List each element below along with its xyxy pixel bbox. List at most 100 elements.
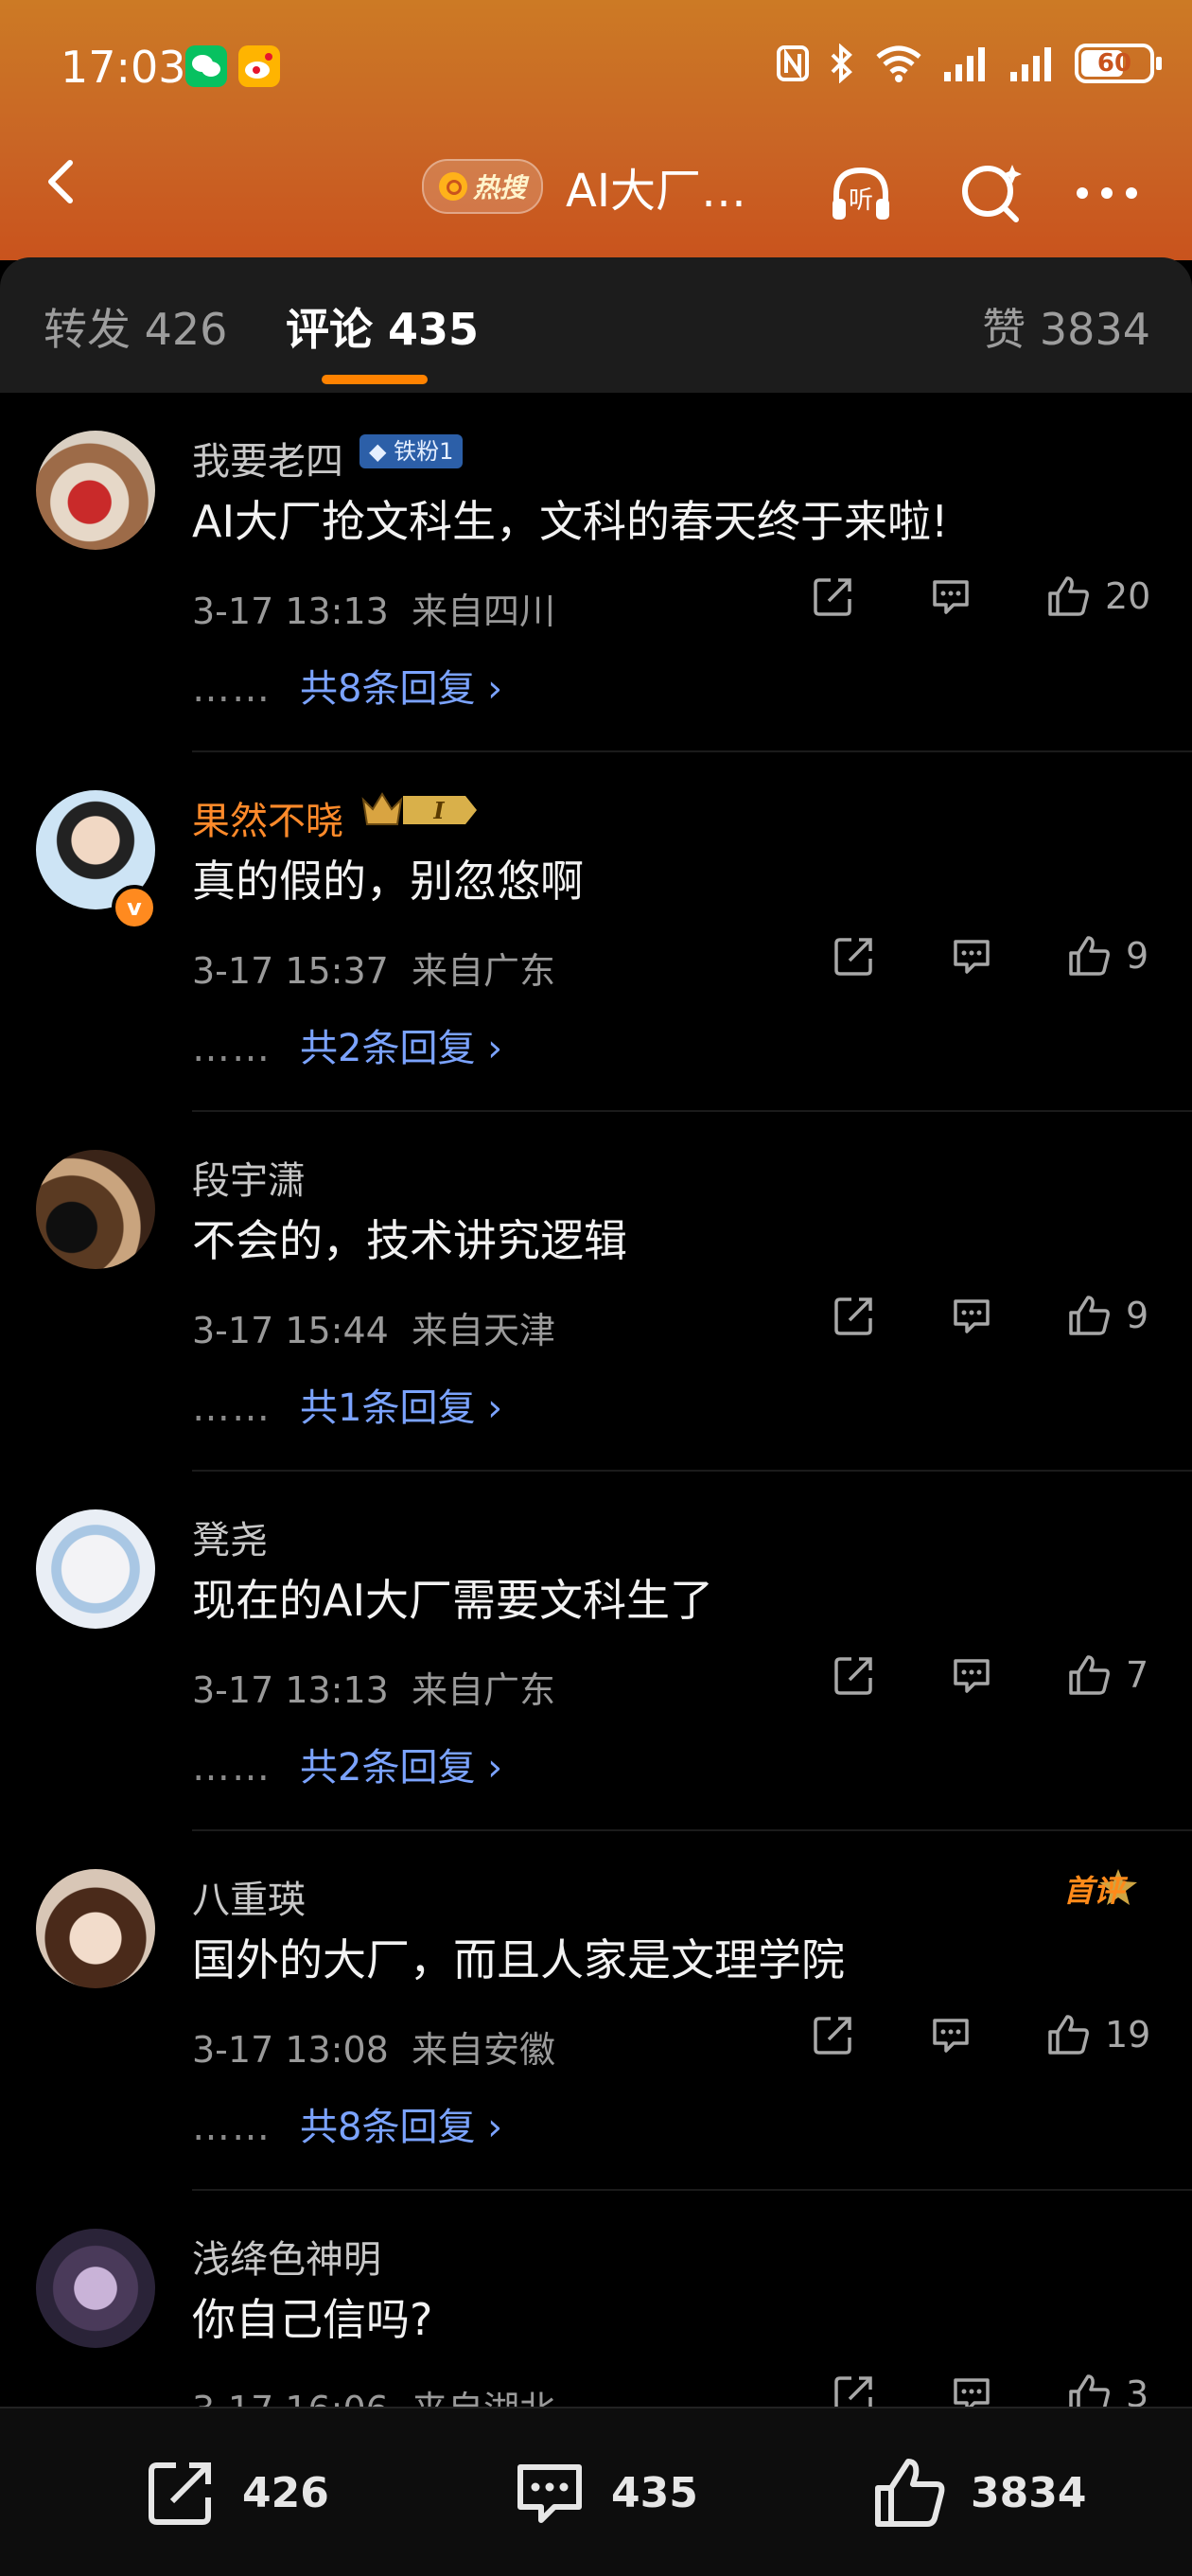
comment-item: 凳尧 现在的AI大厂需要文科生了 3-17 13:13 来自广东 7 …… 共2条… [0,1472,1192,1831]
comment-time: 3-17 15:44 [192,1310,389,1351]
listen-icon[interactable]: 听 [827,159,895,227]
username[interactable]: 浅绛色神明 [192,2229,381,2284]
hot-search-icon [438,172,467,201]
bottom-comment-count: 435 [611,2468,698,2517]
like-count: 7 [1126,1654,1149,1696]
username[interactable]: 凳尧 [192,1509,268,1564]
comment-text: 真的假的，别忽悠啊 [192,856,584,907]
replies-count-label: 共2条回复 [300,1746,476,1790]
share-button[interactable] [810,2011,857,2058]
comment-icon [954,2378,990,2408]
nav-bar: 热搜 AI大厂… 听 [0,132,1192,256]
replies-count-label: 共8条回复 [300,2106,476,2149]
avatar[interactable] [36,1509,155,1629]
back-icon[interactable] [36,155,89,208]
weibo-icon [238,45,280,87]
avatar[interactable] [36,431,155,550]
share-button[interactable] [831,1651,878,1699]
reply-button[interactable] [927,573,974,620]
comment-location: 来自天津 [412,1310,556,1351]
like-button[interactable]: 20 [1044,573,1150,620]
comment-text: 现在的AI大厂需要文科生了 [192,1575,714,1626]
bottom-comment-button[interactable]: 435 [509,2452,698,2533]
like-count: 20 [1105,575,1151,617]
reply-button[interactable] [948,932,995,979]
search-icon[interactable] [957,159,1025,227]
view-replies-link[interactable]: …… 共1条回复 › [192,1377,502,1432]
comment-meta: 3-17 16:06 来自湖北 [192,2380,555,2408]
reply-button[interactable] [948,1292,995,1339]
tab-repost[interactable]: 转发 426 [44,295,227,358]
thumbs-up-icon [1048,2015,1089,2055]
like-count: 19 [1105,2014,1151,2056]
more-icon[interactable] [1073,159,1141,227]
comment-item: v 果然不晓 I 真的假的，别忽悠啊 3-17 15:37 来自广东 9 …… 共… [0,752,1192,1112]
comment-meta: 3-17 13:13 来自四川 [192,582,555,634]
comment-item: 段宇潇 不会的，技术讲究逻辑 3-17 15:44 来自天津 9 …… 共1条回复… [0,1112,1192,1472]
bottom-like-button[interactable]: 3834 [868,2452,1086,2533]
comment-meta: 3-17 15:44 来自天津 [192,1301,555,1353]
username[interactable]: 我要老四 [192,431,343,485]
comment-location: 来自广东 [412,950,556,992]
like-button[interactable]: 9 [1065,932,1148,979]
status-time: 17:03 [61,42,186,93]
hot-search-badge[interactable]: 热搜 [422,159,543,214]
vip-rank: I [432,797,445,824]
thumbs-up-icon [1069,1655,1110,1695]
replies-count-label: 共1条回复 [300,1386,476,1430]
username[interactable]: 八重瑛 [192,1869,306,1924]
comment-time: 3-17 15:37 [192,950,389,992]
like-button[interactable]: 9 [1065,1292,1148,1339]
comment-meta: 3-17 15:37 来自广东 [192,942,555,994]
comment-time: 3-17 13:13 [192,591,389,632]
bottom-repost-button[interactable]: 426 [140,2452,329,2533]
comment-location: 来自广东 [412,1669,556,1711]
reply-button[interactable] [927,2011,974,2058]
view-replies-link[interactable]: …… 共8条回复 › [192,658,502,713]
status-bar: 17:03 60 [0,0,1192,132]
comment-item: 我要老四 ◆ 铁粉1 AI大厂抢文科生，文科的春天终于来啦! 3-17 13:1… [0,393,1192,752]
fan-badge: ◆ 铁粉1 [359,434,464,468]
avatar[interactable] [36,1869,155,1988]
comment-icon [954,1299,990,1333]
comment-list[interactable]: 我要老四 ◆ 铁粉1 AI大厂抢文科生，文科的春天终于来啦! 3-17 13:1… [0,393,1192,2408]
share-icon [834,2376,872,2408]
repost-icon [149,2462,211,2525]
avatar[interactable] [36,2229,155,2348]
reply-dots: …… [192,1386,272,1430]
view-replies-link[interactable]: …… 共2条回复 › [192,1737,502,1791]
battery-level: 60 [1096,49,1132,78]
share-button[interactable] [810,573,857,620]
comment-text: 国外的大厂，而且人家是文理学院 [192,1934,845,1985]
reply-dots: …… [192,2106,272,2149]
comment-time: 3-17 13:08 [192,2029,389,2071]
view-replies-link[interactable]: …… 共2条回复 › [192,1017,502,1072]
comment-item: 浅绛色神明 你自己信吗? 3-17 16:06 来自湖北 3 [0,2191,1192,2408]
reply-dots: …… [192,667,272,711]
share-button[interactable] [831,1292,878,1339]
reply-button[interactable] [948,2371,995,2408]
comment-text: 你自己信吗? [192,2294,433,2345]
nav-title-group[interactable]: 热搜 AI大厂… [422,153,746,220]
avatar[interactable] [36,1150,155,1269]
username[interactable]: 果然不晓 [192,790,343,845]
page-title: AI大厂… [566,165,746,218]
like-button[interactable]: 7 [1065,1651,1148,1699]
like-count: 3 [1126,2373,1149,2408]
share-button[interactable] [831,2371,878,2408]
like-button[interactable]: 3 [1065,2371,1148,2408]
like-button[interactable]: 19 [1044,2011,1150,2058]
signal-icon [944,47,985,81]
username[interactable]: 段宇潇 [192,1150,306,1205]
share-button[interactable] [831,932,878,979]
tab-comments[interactable]: 评论 435 [286,295,479,358]
replies-count-label: 共8条回复 [300,667,476,711]
wifi-icon [876,45,921,82]
comment-icon [933,580,969,614]
like-count: 9 [1126,1295,1149,1336]
reply-button[interactable] [948,1651,995,1699]
tab-likes[interactable]: 赞 3834 [982,295,1150,358]
like-count: 9 [1126,935,1149,977]
view-replies-link[interactable]: …… 共8条回复 › [192,2096,502,2151]
comment-meta: 3-17 13:13 来自广东 [192,1661,555,1713]
